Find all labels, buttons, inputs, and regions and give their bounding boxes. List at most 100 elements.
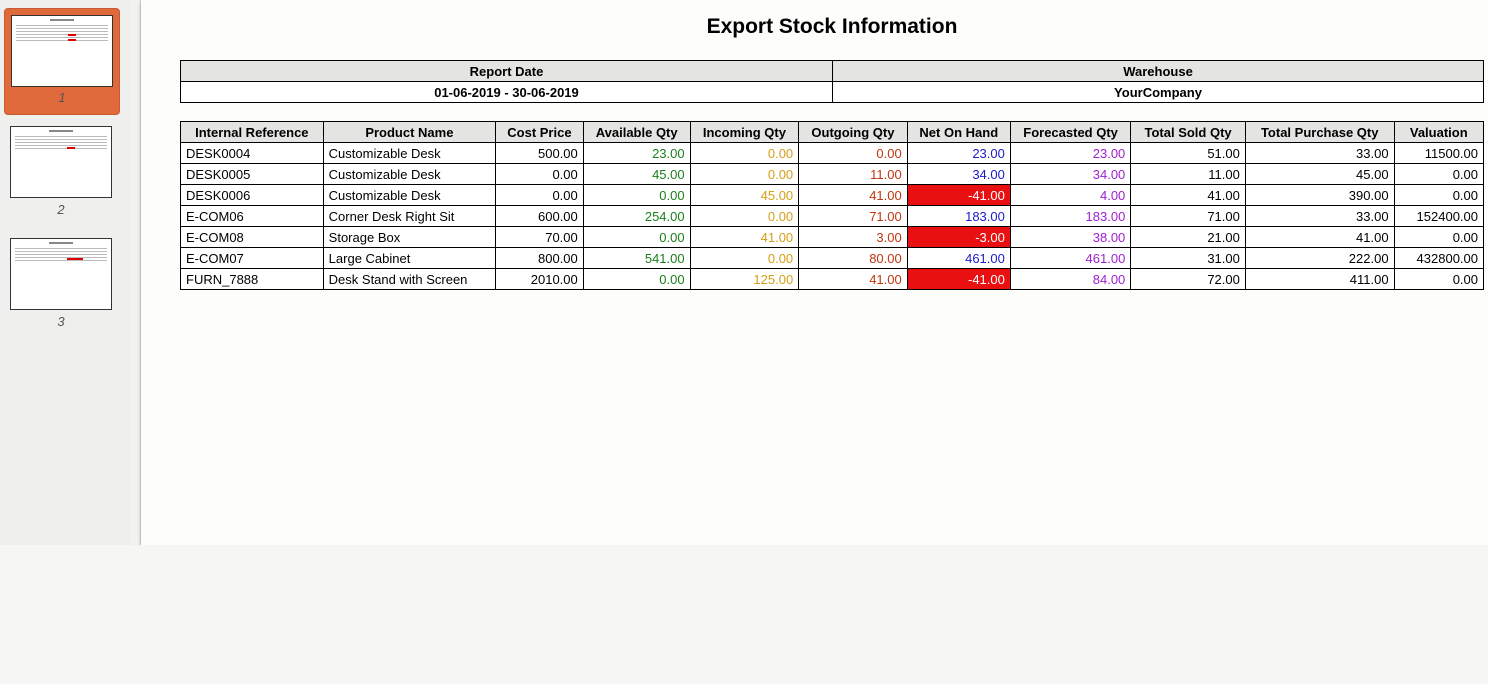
table-row: E-COM07 Large Cabinet 800.00 541.00 0.00 80.0… xyxy=(180,247,1485,269)
cell-forecasted-qty: 34.00 xyxy=(1009,163,1132,185)
cell-total-sold-qty: 21.00 xyxy=(1130,226,1246,248)
column-header-outgoing-qty: Outgoing Qty xyxy=(798,121,908,143)
cell-product-name: Customizable Desk xyxy=(322,184,497,206)
cell-outgoing-qty: 3.00 xyxy=(798,226,908,248)
cell-valuation: 0.00 xyxy=(1393,226,1485,248)
cell-outgoing-qty: 11.00 xyxy=(798,163,908,185)
cell-internal-reference: DESK0004 xyxy=(180,142,324,164)
thumbnail-preview xyxy=(10,126,112,198)
cell-valuation: 0.00 xyxy=(1393,268,1485,290)
cell-incoming-qty: 125.00 xyxy=(689,268,800,290)
cell-available-qty: 0.00 xyxy=(582,226,691,248)
cell-valuation: 11500.00 xyxy=(1393,142,1485,164)
cell-internal-reference: DESK0006 xyxy=(180,184,324,206)
cell-cost-price: 800.00 xyxy=(495,247,584,269)
cell-available-qty: 45.00 xyxy=(582,163,691,185)
cell-net-on-hand: 23.00 xyxy=(906,142,1011,164)
page-thumbnail-1[interactable]: 1 xyxy=(4,8,120,115)
warehouse-label: Warehouse xyxy=(832,60,1484,82)
cell-forecasted-qty: 38.00 xyxy=(1009,226,1132,248)
cell-outgoing-qty: 0.00 xyxy=(798,142,908,164)
report-date-label: Report Date xyxy=(180,60,833,82)
cell-total-purchase-qty: 45.00 xyxy=(1244,163,1395,185)
cell-forecasted-qty: 4.00 xyxy=(1009,184,1132,206)
cell-internal-reference: FURN_7888 xyxy=(180,268,324,290)
cell-total-purchase-qty: 411.00 xyxy=(1244,268,1395,290)
cell-net-on-hand: -3.00 xyxy=(906,226,1011,248)
cell-forecasted-qty: 84.00 xyxy=(1009,268,1132,290)
stock-table: Internal Reference Product Name Cost Price… xyxy=(180,121,1485,290)
cell-net-on-hand: 183.00 xyxy=(906,205,1011,227)
cell-internal-reference: E-COM07 xyxy=(180,247,324,269)
cell-product-name: Corner Desk Right Sit xyxy=(322,205,497,227)
cell-valuation: 0.00 xyxy=(1393,184,1485,206)
table-row: E-COM08 Storage Box 70.00 0.00 41.00 3.00 -3.0… xyxy=(180,226,1485,248)
cell-available-qty: 254.00 xyxy=(582,205,691,227)
page-number-label: 1 xyxy=(58,90,66,105)
table-row: DESK0004 Customizable Desk 500.00 23.00 0.00… xyxy=(180,142,1485,164)
report-date-value: 01-06-2019 - 30-06-2019 xyxy=(180,81,833,103)
column-header-cost-price: Cost Price xyxy=(495,121,584,143)
cell-cost-price: 600.00 xyxy=(495,205,584,227)
cell-available-qty: 0.00 xyxy=(582,184,691,206)
cell-total-sold-qty: 31.00 xyxy=(1130,247,1246,269)
cell-total-purchase-qty: 222.00 xyxy=(1244,247,1395,269)
cell-total-purchase-qty: 33.00 xyxy=(1244,142,1395,164)
column-header-incoming-qty: Incoming Qty xyxy=(689,121,800,143)
cell-total-sold-qty: 51.00 xyxy=(1130,142,1246,164)
cell-outgoing-qty: 80.00 xyxy=(798,247,908,269)
cell-cost-price: 2010.00 xyxy=(495,268,584,290)
thumbnail-preview xyxy=(11,15,113,87)
cell-internal-reference: DESK0005 xyxy=(180,163,324,185)
cell-product-name: Customizable Desk xyxy=(322,163,497,185)
cell-total-purchase-qty: 33.00 xyxy=(1244,205,1395,227)
warehouse-value: YourCompany xyxy=(832,81,1484,103)
document-page: Export Stock Information Report Date War… xyxy=(141,0,1488,545)
page-thumbnail-3[interactable]: 3 xyxy=(4,232,118,332)
cell-incoming-qty: 0.00 xyxy=(689,205,800,227)
cell-incoming-qty: 41.00 xyxy=(689,226,800,248)
column-header-net-on-hand: Net On Hand xyxy=(906,121,1011,143)
cell-valuation: 432800.00 xyxy=(1393,247,1485,269)
column-header-internal-reference: Internal Reference xyxy=(180,121,324,143)
table-row: DESK0006 Customizable Desk 0.00 0.00 45.00 41… xyxy=(180,184,1485,206)
table-row: E-COM06 Corner Desk Right Sit 600.00 254.00… xyxy=(180,205,1485,227)
cell-incoming-qty: 45.00 xyxy=(689,184,800,206)
cell-incoming-qty: 0.00 xyxy=(689,247,800,269)
page-thumbnail-2[interactable]: 2 xyxy=(4,120,118,220)
cell-product-name: Large Cabinet xyxy=(322,247,497,269)
thumbnail-preview xyxy=(10,238,112,310)
cell-forecasted-qty: 23.00 xyxy=(1009,142,1132,164)
cell-total-sold-qty: 72.00 xyxy=(1130,268,1246,290)
cell-outgoing-qty: 71.00 xyxy=(798,205,908,227)
cell-net-on-hand: -41.00 xyxy=(906,268,1011,290)
cell-available-qty: 23.00 xyxy=(582,142,691,164)
cell-forecasted-qty: 461.00 xyxy=(1009,247,1132,269)
column-header-product-name: Product Name xyxy=(322,121,497,143)
cell-outgoing-qty: 41.00 xyxy=(798,268,908,290)
cell-net-on-hand: 461.00 xyxy=(906,247,1011,269)
cell-cost-price: 0.00 xyxy=(495,163,584,185)
cell-valuation: 152400.00 xyxy=(1393,205,1485,227)
table-row: DESK0005 Customizable Desk 0.00 45.00 0.00 11… xyxy=(180,163,1485,185)
cell-total-sold-qty: 41.00 xyxy=(1130,184,1246,206)
cell-cost-price: 500.00 xyxy=(495,142,584,164)
cell-outgoing-qty: 41.00 xyxy=(798,184,908,206)
column-header-valuation: Valuation xyxy=(1393,121,1485,143)
cell-internal-reference: E-COM08 xyxy=(180,226,324,248)
cell-available-qty: 0.00 xyxy=(582,268,691,290)
cell-incoming-qty: 0.00 xyxy=(689,142,800,164)
page-thumbnail-sidebar: 1 2 3 xyxy=(0,0,132,545)
cell-internal-reference: E-COM06 xyxy=(180,205,324,227)
cell-total-sold-qty: 71.00 xyxy=(1130,205,1246,227)
cell-net-on-hand: -41.00 xyxy=(906,184,1011,206)
report-title: Export Stock Information xyxy=(706,15,958,38)
table-row: FURN_7888 Desk Stand with Screen 2010.00 0.… xyxy=(180,268,1485,290)
report-header-table: Report Date Warehouse 01-06-2019 - 30-06… xyxy=(180,60,1484,103)
page-number-label: 2 xyxy=(57,202,65,217)
page-number-label: 3 xyxy=(57,314,65,329)
sidebar-splitter[interactable] xyxy=(131,0,141,545)
viewer-background xyxy=(0,545,1488,684)
cell-total-purchase-qty: 41.00 xyxy=(1244,226,1395,248)
cell-product-name: Storage Box xyxy=(322,226,497,248)
